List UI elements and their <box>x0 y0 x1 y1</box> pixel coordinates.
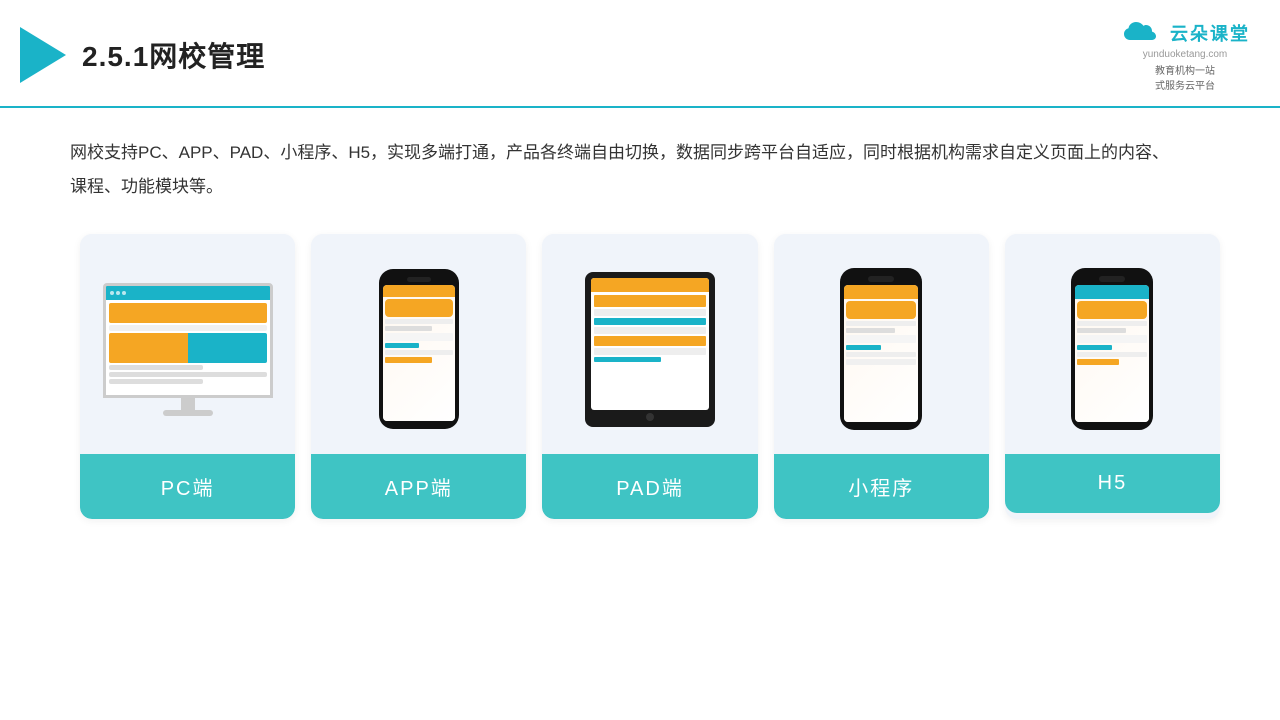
cloud-logo: 云朵课堂 <box>1120 18 1250 48</box>
card-pc-label: PC端 <box>80 454 295 519</box>
header: 2.5.1网校管理 云朵课堂 yunduoketang.com 教育机构一站 式… <box>0 0 1280 108</box>
logo-triangle-icon <box>20 27 66 83</box>
card-miniprogram-label: 小程序 <box>774 454 989 519</box>
page-title: 2.5.1网校管理 <box>82 35 265 75</box>
logo-tagline: 教育机构一站 式服务云平台 <box>1155 62 1215 92</box>
app-phone-icon <box>379 269 459 429</box>
pc-monitor-icon <box>98 283 278 416</box>
card-pad: PAD端 <box>542 234 757 519</box>
miniprogram-phone-icon <box>840 268 922 430</box>
card-pc-image <box>80 234 295 454</box>
card-miniprogram: 小程序 <box>774 234 989 519</box>
header-left: 2.5.1网校管理 <box>20 27 265 83</box>
header-right: 云朵课堂 yunduoketang.com 教育机构一站 式服务云平台 <box>1120 18 1250 92</box>
card-h5: H5 <box>1005 234 1220 519</box>
cards-container: PC端 <box>70 234 1230 519</box>
pad-tablet-icon <box>585 272 715 427</box>
logo-url: yunduoketang.com <box>1143 49 1228 60</box>
cloud-icon <box>1120 18 1164 48</box>
logo-text: 云朵课堂 <box>1170 20 1250 46</box>
card-h5-image <box>1005 234 1220 454</box>
card-app-image <box>311 234 526 454</box>
card-h5-label: H5 <box>1005 454 1220 513</box>
card-pad-image <box>542 234 757 454</box>
card-pad-label: PAD端 <box>542 454 757 519</box>
h5-phone-icon <box>1071 268 1153 430</box>
card-miniprogram-image <box>774 234 989 454</box>
card-app-label: APP端 <box>311 454 526 519</box>
main-content: 网校支持PC、APP、PAD、小程序、H5，实现多端打通，产品各终端自由切换，数… <box>0 108 1280 539</box>
card-pc: PC端 <box>80 234 295 519</box>
description-text: 网校支持PC、APP、PAD、小程序、H5，实现多端打通，产品各终端自由切换，数… <box>70 136 1170 204</box>
card-app: APP端 <box>311 234 526 519</box>
